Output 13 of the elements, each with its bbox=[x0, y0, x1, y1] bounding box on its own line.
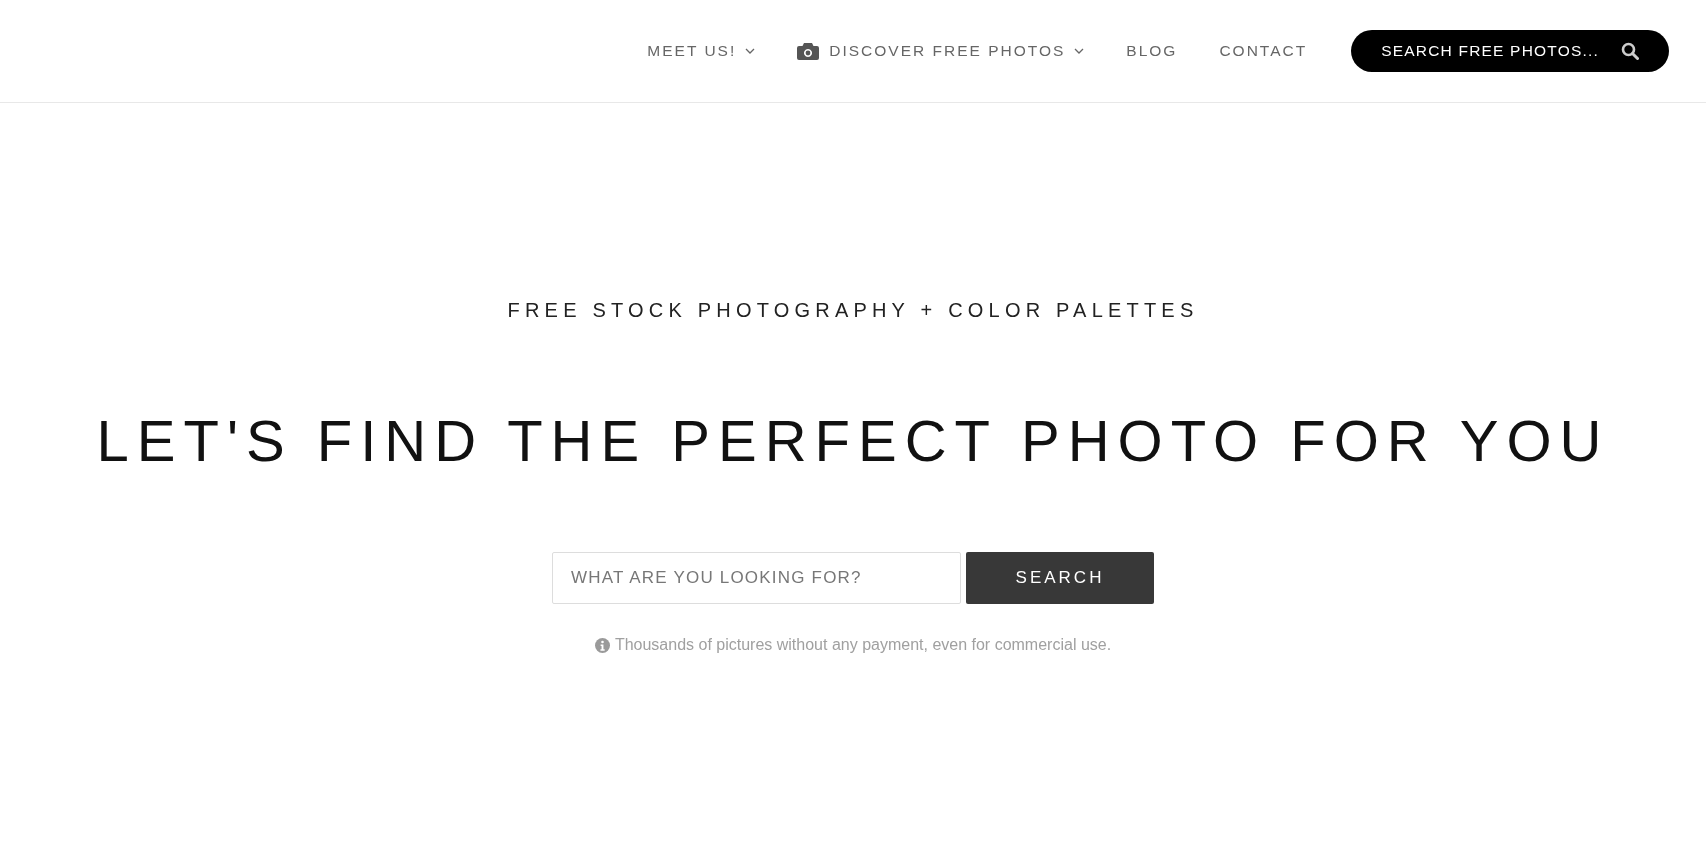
search-button[interactable]: SEARCH bbox=[966, 552, 1154, 604]
tagline: FREE STOCK PHOTOGRAPHY + COLOR PALETTES bbox=[507, 299, 1199, 322]
nav-link[interactable]: BLOG bbox=[1126, 42, 1178, 60]
info-icon bbox=[594, 637, 610, 653]
search-field[interactable]: WHAT ARE YOU LOOKING FOR? bbox=[552, 552, 961, 604]
search-photos-button[interactable]: SEARCH FREE PHOTOS... bbox=[1351, 30, 1669, 72]
info-text: Thousands of pictures without any payment, even for commercial use. bbox=[614, 636, 1112, 654]
nav-link[interactable]: CONTACT bbox=[1219, 42, 1308, 60]
search-icon bbox=[1621, 42, 1639, 60]
nav-link[interactable]: DISCOVER FREE PHOTOS bbox=[797, 42, 1085, 60]
camera-icon bbox=[797, 42, 820, 60]
nav-link[interactable]: MEET US! bbox=[647, 42, 756, 60]
headline: LET'S FIND THE PERFECT PHOTO FOR YOU bbox=[96, 412, 1610, 470]
